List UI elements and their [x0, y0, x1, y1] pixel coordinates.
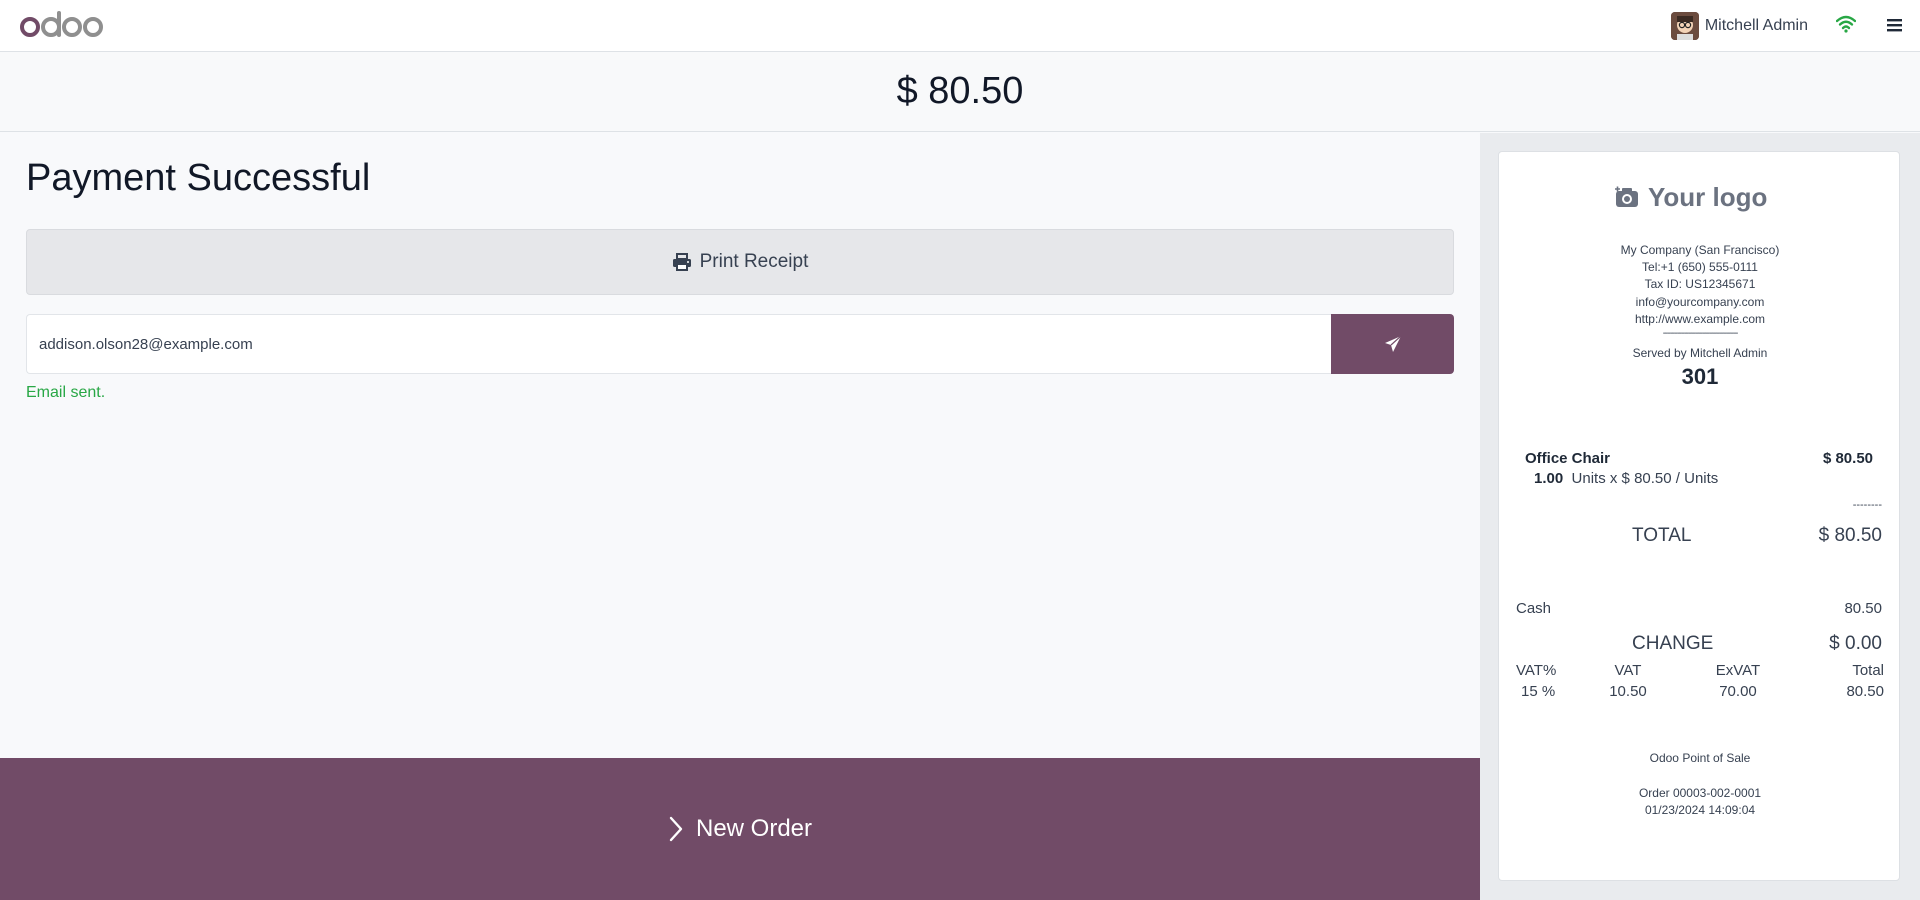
hamburger-menu-icon[interactable] — [1884, 14, 1906, 36]
new-order-label: New Order — [695, 815, 813, 842]
payment-amount: $ 80.50 — [896, 70, 1024, 112]
payment-amount-bar: $ 80.50 — [0, 52, 1920, 132]
receipt-separator: -------------------------------- — [1662, 328, 1739, 339]
wifi-icon[interactable] — [1836, 14, 1856, 34]
email-input[interactable] — [26, 314, 1331, 374]
line-qty-detail: Units x $ 80.50 / Units — [1571, 470, 1719, 487]
page-title: Payment Successful — [26, 157, 371, 199]
cash-value: 80.50 — [1844, 600, 1882, 617]
printer-icon — [672, 253, 691, 271]
company-name: My Company (San Francisco) — [1620, 243, 1780, 257]
avatar — [1670, 12, 1699, 40]
total-separator: -------- — [1852, 499, 1882, 511]
send-email-button[interactable] — [1331, 314, 1454, 374]
user-menu[interactable]: Mitchell Admin — [1670, 11, 1808, 41]
tax-header-total: Total — [1852, 662, 1884, 679]
change-label: CHANGE — [1632, 633, 1714, 654]
payment-status-pane: Payment Successful Print Receipt Email s… — [0, 133, 1480, 758]
tax-vat-pct: 15 % — [1521, 683, 1556, 700]
line-quantity: 1.00 Units x $ 80.50 / Units — [1534, 470, 1718, 487]
cash-label: Cash — [1516, 600, 1552, 617]
company-phone: Tel:+1 (650) 555-0111 — [1642, 260, 1758, 274]
company-tax-id: Tax ID: US12345671 — [1644, 277, 1756, 291]
order-number: 301 — [1681, 364, 1719, 389]
print-receipt-label: Print Receipt — [699, 251, 809, 272]
tax-vat: 10.50 — [1609, 683, 1647, 700]
tax-total: 80.50 — [1846, 683, 1884, 700]
camera-icon — [1615, 186, 1638, 207]
tax-header-row: VAT% VAT ExVAT Total — [1516, 660, 1884, 681]
email-receipt-form — [26, 314, 1454, 374]
logo-text: Your logo — [1648, 181, 1768, 212]
top-navbar: Mitchell Admin — [0, 0, 1920, 52]
receipt-pane: Your logo My Company (San Francisco) Tel… — [1480, 133, 1920, 900]
served-by: Served by Mitchell Admin — [1632, 346, 1768, 360]
footer-pos: Odoo Point of Sale — [1649, 751, 1751, 765]
line-product-name: Office Chair — [1525, 450, 1611, 467]
total-label: TOTAL — [1632, 525, 1692, 546]
tax-row: 15 % 10.50 70.00 80.50 — [1516, 681, 1884, 702]
footer-datetime: 01/23/2024 14:09:04 — [1644, 803, 1756, 817]
tax-header-exvat: ExVAT — [1715, 662, 1761, 679]
tax-header-vat: VAT — [1614, 662, 1642, 679]
odoo-logo[interactable] — [20, 9, 104, 43]
user-name: Mitchell Admin — [1704, 17, 1808, 34]
change-value: $ 0.00 — [1829, 633, 1882, 654]
tax-exvat: 70.00 — [1719, 683, 1757, 700]
footer-order: Order 00003-002-0001 — [1638, 786, 1762, 800]
email-status-message: Email sent. — [26, 384, 106, 401]
receipt-logo: Your logo — [1614, 176, 1784, 218]
new-order-button[interactable]: New Order — [0, 758, 1480, 900]
tax-table: VAT% VAT ExVAT Total 15 % 10.50 70.00 80… — [1516, 660, 1884, 702]
receipt: Your logo My Company (San Francisco) Tel… — [1498, 151, 1900, 881]
company-email: info@yourcompany.com — [1635, 295, 1765, 309]
chevron-right-icon — [669, 816, 683, 842]
line-qty-value: 1.00 — [1534, 470, 1564, 487]
total-value: $ 80.50 — [1818, 525, 1882, 546]
line-product-price: $ 80.50 — [1822, 450, 1873, 467]
paper-plane-icon — [1384, 335, 1401, 352]
company-website: http://www.example.com — [1634, 312, 1766, 326]
print-receipt-button[interactable]: Print Receipt — [26, 229, 1454, 295]
tax-header-vat-pct: VAT% — [1516, 662, 1557, 679]
